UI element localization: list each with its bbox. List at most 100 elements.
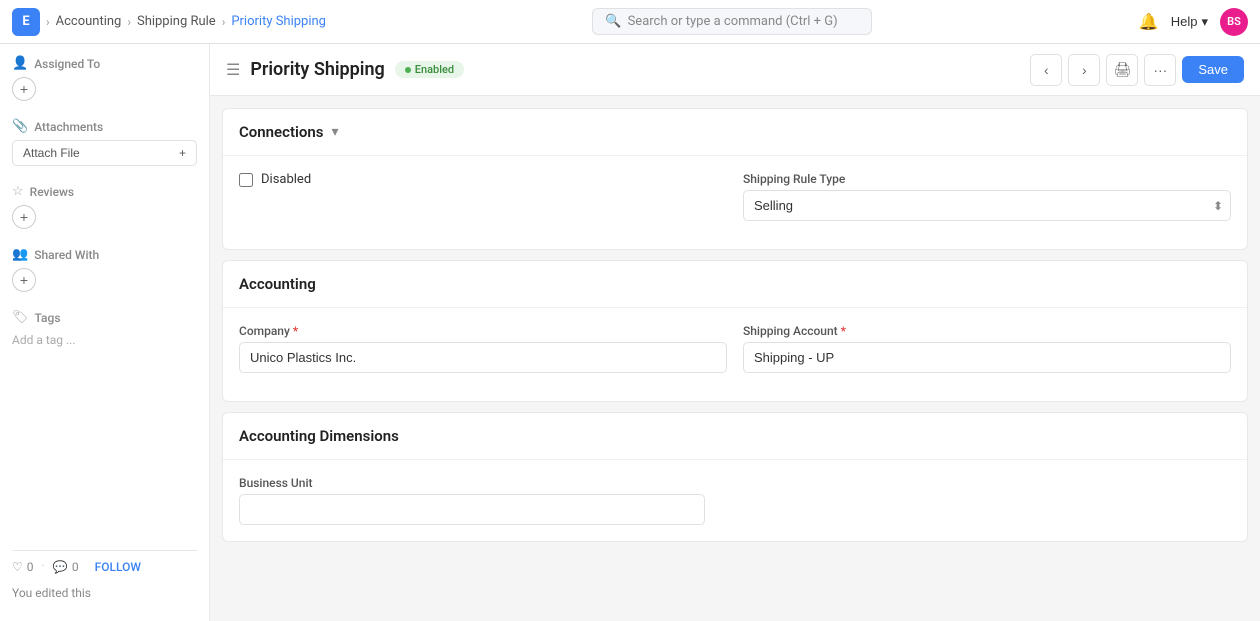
add-assigned-button[interactable]: + xyxy=(12,77,36,101)
shipping-rule-type-select[interactable]: Selling Buying xyxy=(743,190,1231,221)
shipping-account-input[interactable] xyxy=(743,342,1231,373)
accounting-fields-row: Company * Shipping Account * xyxy=(239,324,1231,373)
next-button[interactable]: › xyxy=(1068,54,1100,86)
chevron-down-icon: ▾ xyxy=(1201,14,1208,30)
dot-separator: · xyxy=(42,559,45,574)
edited-text: You edited this xyxy=(12,586,91,600)
attach-file-label: Attach File xyxy=(23,146,80,160)
accounting-dimensions-header: Accounting Dimensions xyxy=(223,413,1247,460)
heart-icon: ♡ xyxy=(12,560,23,574)
assigned-to-header: 👤 Assigned To xyxy=(12,56,197,71)
breadcrumb-shipping-rule[interactable]: Shipping Rule xyxy=(137,14,216,29)
prev-button[interactable]: ‹ xyxy=(1030,54,1062,86)
page-header-right: ‹ › 🖨 ··· Save xyxy=(1030,54,1244,86)
company-input[interactable] xyxy=(239,342,727,373)
top-nav: E › Accounting › Shipping Rule › Priorit… xyxy=(0,0,1260,44)
attach-file-plus-icon: + xyxy=(179,146,186,160)
search-placeholder: Search or type a command (Ctrl + G) xyxy=(628,14,838,29)
shared-with-section: 👥 Shared With + xyxy=(12,247,197,292)
shipping-account-required-star: * xyxy=(841,324,846,338)
reviews-header: ☆ Reviews xyxy=(12,184,197,199)
bell-icon[interactable]: 🔔 xyxy=(1139,12,1159,31)
page-header: ☰ Priority Shipping Enabled ‹ › 🖨 ··· Sa… xyxy=(210,44,1260,96)
search-icon: 🔍 xyxy=(605,14,621,29)
connections-card: Connections ▾ Disabled Shipping Rule Typ… xyxy=(222,108,1248,250)
disabled-label: Disabled xyxy=(261,172,311,187)
connections-card-header: Connections ▾ xyxy=(223,109,1247,156)
enabled-dot xyxy=(405,67,411,73)
accounting-dimensions-body: Business Unit xyxy=(223,460,1247,541)
assigned-to-label: Assigned To xyxy=(34,57,100,71)
connections-fields-row: Disabled Shipping Rule Type Selling Buyi… xyxy=(239,172,1231,221)
tags-header: 🏷 Tags xyxy=(12,310,197,325)
connections-collapse-icon[interactable]: ▾ xyxy=(331,124,338,140)
accounting-dimensions-card: Accounting Dimensions Business Unit xyxy=(222,412,1248,542)
follow-button[interactable]: FOLLOW xyxy=(95,560,141,574)
page-header-wrapper: ☰ Priority Shipping Enabled ‹ › 🖨 ··· Sa… xyxy=(210,44,1260,96)
business-unit-label: Business Unit xyxy=(239,476,1231,490)
right-pane: ☰ Priority Shipping Enabled ‹ › 🖨 ··· Sa… xyxy=(210,44,1260,621)
accounting-card-header: Accounting xyxy=(223,261,1247,308)
page-header-left: ☰ Priority Shipping Enabled xyxy=(226,59,464,80)
save-button[interactable]: Save xyxy=(1182,56,1244,83)
accounting-card: Accounting Company * Sh xyxy=(222,260,1248,402)
shipping-account-label: Shipping Account * xyxy=(743,324,1231,338)
shipping-account-field-group: Shipping Account * xyxy=(743,324,1231,373)
likes-count: 0 xyxy=(27,560,34,574)
connections-card-body: Disabled Shipping Rule Type Selling Buyi… xyxy=(223,156,1247,249)
disabled-row: Disabled xyxy=(239,172,727,187)
assigned-to-section: 👤 Assigned To + xyxy=(12,56,197,101)
likes-button[interactable]: ♡ 0 xyxy=(12,560,34,574)
breadcrumb-area: E › Accounting › Shipping Rule › Priorit… xyxy=(12,8,326,36)
main-layout: 👤 Assigned To + 📎 Attachments Attach Fil… xyxy=(0,44,1260,621)
attachments-header: 📎 Attachments xyxy=(12,119,197,134)
business-unit-input[interactable] xyxy=(239,494,705,525)
add-tag-input[interactable]: Add a tag ... xyxy=(12,331,197,349)
help-label: Help xyxy=(1171,14,1198,29)
app-icon: E xyxy=(12,8,40,36)
hamburger-icon[interactable]: ☰ xyxy=(226,60,240,79)
shared-with-label: Shared With xyxy=(34,248,99,262)
shipping-rule-type-select-wrapper: Selling Buying ⬍ xyxy=(743,190,1231,221)
attach-file-button[interactable]: Attach File + xyxy=(12,140,197,166)
search-bar[interactable]: 🔍 Search or type a command (Ctrl + G) xyxy=(592,8,872,35)
top-nav-right: 🔔 Help ▾ BS xyxy=(1139,8,1248,36)
status-badge: Enabled xyxy=(395,61,464,78)
tag-icon: 🏷 xyxy=(12,310,29,325)
company-field-group: Company * xyxy=(239,324,727,373)
accounting-dimensions-title: Accounting Dimensions xyxy=(239,427,399,445)
comment-icon: 💬 xyxy=(53,560,68,574)
reviews-label: Reviews xyxy=(30,185,74,199)
page-title: Priority Shipping xyxy=(250,59,384,80)
company-required-star: * xyxy=(293,324,298,338)
status-label: Enabled xyxy=(415,63,454,76)
attachments-section: 📎 Attachments Attach File + xyxy=(12,119,197,166)
comments-button[interactable]: 💬 0 xyxy=(53,560,79,574)
business-unit-group: Business Unit xyxy=(239,476,1231,525)
sep2: › xyxy=(127,15,131,29)
sep3: › xyxy=(222,15,226,29)
tags-label: Tags xyxy=(35,311,61,325)
print-button[interactable]: 🖨 xyxy=(1106,54,1138,86)
paperclip-icon: 📎 xyxy=(12,119,28,134)
disabled-field-group: Disabled xyxy=(239,172,727,221)
shared-with-header: 👥 Shared With xyxy=(12,247,197,262)
connections-title: Connections xyxy=(239,123,323,141)
help-button[interactable]: Help ▾ xyxy=(1171,14,1208,30)
tags-section: 🏷 Tags Add a tag ... xyxy=(12,310,197,349)
add-shared-button[interactable]: + xyxy=(12,268,36,292)
breadcrumb-current: Priority Shipping xyxy=(231,14,326,29)
add-review-button[interactable]: + xyxy=(12,205,36,229)
disabled-checkbox[interactable] xyxy=(239,173,253,187)
attachments-label: Attachments xyxy=(34,120,103,134)
content-area: Connections ▾ Disabled Shipping Rule Typ… xyxy=(210,96,1260,554)
accounting-card-body: Company * Shipping Account * xyxy=(223,308,1247,401)
comments-count: 0 xyxy=(72,560,79,574)
sidebar: 👤 Assigned To + 📎 Attachments Attach Fil… xyxy=(0,44,210,621)
group-icon: 👥 xyxy=(12,247,28,262)
company-label: Company * xyxy=(239,324,727,338)
more-options-button[interactable]: ··· xyxy=(1144,54,1176,86)
breadcrumb-accounting[interactable]: Accounting xyxy=(56,14,122,29)
avatar: BS xyxy=(1220,8,1248,36)
star-icon: ☆ xyxy=(12,184,24,199)
